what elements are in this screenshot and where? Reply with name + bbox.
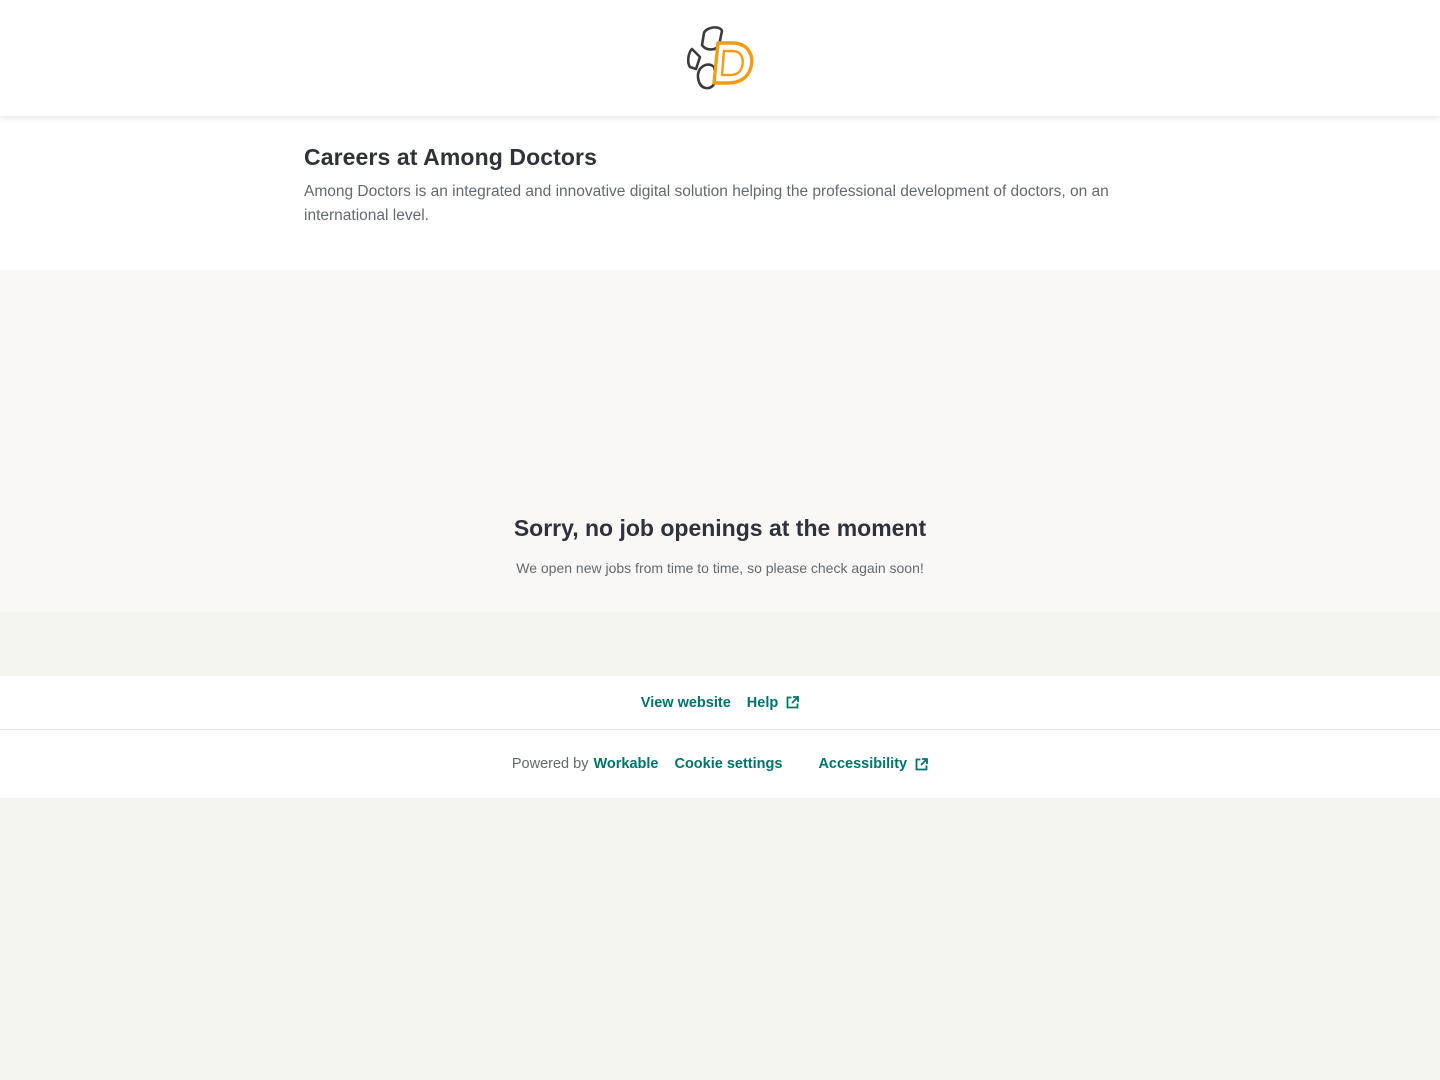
powered-by-label: Powered by xyxy=(511,756,589,772)
workable-label: Workable xyxy=(593,756,659,772)
view-website-link[interactable]: View website xyxy=(641,695,731,711)
cookie-settings-link[interactable]: Cookie settings xyxy=(674,756,782,772)
powered-by: Powered by Workable xyxy=(512,756,659,772)
page-footer: Powered by Workable Cookie settings Acce… xyxy=(0,730,1440,798)
company-intro: Careers at Among Doctors Among Doctors i… xyxy=(0,116,1440,270)
accessibility-link[interactable]: Accessibility xyxy=(818,756,929,772)
empty-state-message: We open new jobs from time to time, so p… xyxy=(516,560,924,576)
view-website-label: View website xyxy=(640,694,731,711)
among-doctors-logo-icon xyxy=(686,26,754,90)
accessibility-label: Accessibility xyxy=(818,756,908,772)
workable-link[interactable]: Workable xyxy=(593,756,658,772)
company-description: Among Doctors is an integrated and innov… xyxy=(304,183,1109,224)
help-link[interactable]: Help xyxy=(746,694,800,711)
company-links: View website Help xyxy=(0,676,1440,730)
section-divider xyxy=(0,612,1440,676)
page-header xyxy=(0,0,1440,116)
empty-state-heading: Sorry, no job openings at the moment xyxy=(513,515,927,541)
page-bottom-area xyxy=(0,798,1440,1080)
external-link-icon xyxy=(915,757,929,770)
help-label: Help xyxy=(746,694,779,711)
external-link-icon xyxy=(786,696,800,709)
page-title: Careers at Among Doctors xyxy=(304,144,597,170)
empty-jobs-state: Sorry, no job openings at the moment We … xyxy=(0,270,1440,612)
cookie-settings-label: Cookie settings xyxy=(674,756,783,772)
